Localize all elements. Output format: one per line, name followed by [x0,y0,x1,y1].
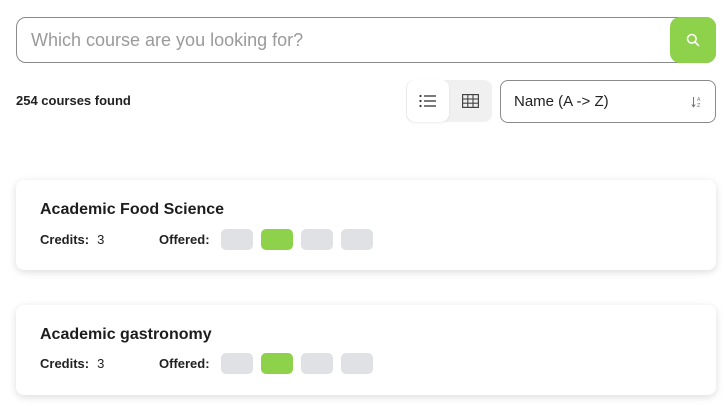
offered-slot-inactive [301,229,333,250]
view-toggle [406,80,492,122]
course-card[interactable]: Academic Food Science Credits: 3 Offered… [16,180,716,270]
grid-view-button[interactable] [449,80,491,122]
sort-select[interactable]: Name (A -> Z) A Z [500,80,716,123]
credits-label: Credits: [40,356,90,371]
offered-slot-inactive [301,353,333,374]
credits-value: 3 [97,356,105,371]
offered-slot-inactive [341,229,373,250]
search-button[interactable] [670,17,716,63]
list-view-button[interactable] [407,80,449,122]
results-count: 254 courses found [16,93,131,108]
credits-label: Credits: [40,232,90,247]
search-bar [16,17,716,63]
course-title: Academic Food Science [40,201,225,218]
offered-slot-inactive [341,353,373,374]
offered-slot-inactive [221,229,253,250]
svg-text:Z: Z [697,103,701,108]
search-input[interactable] [17,18,667,62]
grid-icon [461,94,479,108]
offered-slots [221,353,373,374]
credits-value: 3 [97,232,105,247]
offered-label: Offered: [159,356,210,371]
course-meta: Credits: 3 Offered: [40,353,700,374]
course-title: Academic gastronomy [40,326,212,343]
sort-selected-value: Name (A -> Z) [514,93,609,110]
offered-slot-inactive [221,353,253,374]
list-icon [419,94,436,108]
search-icon [686,33,700,47]
offered-label: Offered: [159,232,210,247]
sort-az-icon: A Z [691,97,701,108]
offered-slot-active [261,353,293,374]
course-meta: Credits: 3 Offered: [40,229,700,250]
course-card[interactable]: Academic gastronomy Credits: 3 Offered: [16,305,716,395]
offered-slots [221,229,373,250]
offered-slot-active [261,229,293,250]
